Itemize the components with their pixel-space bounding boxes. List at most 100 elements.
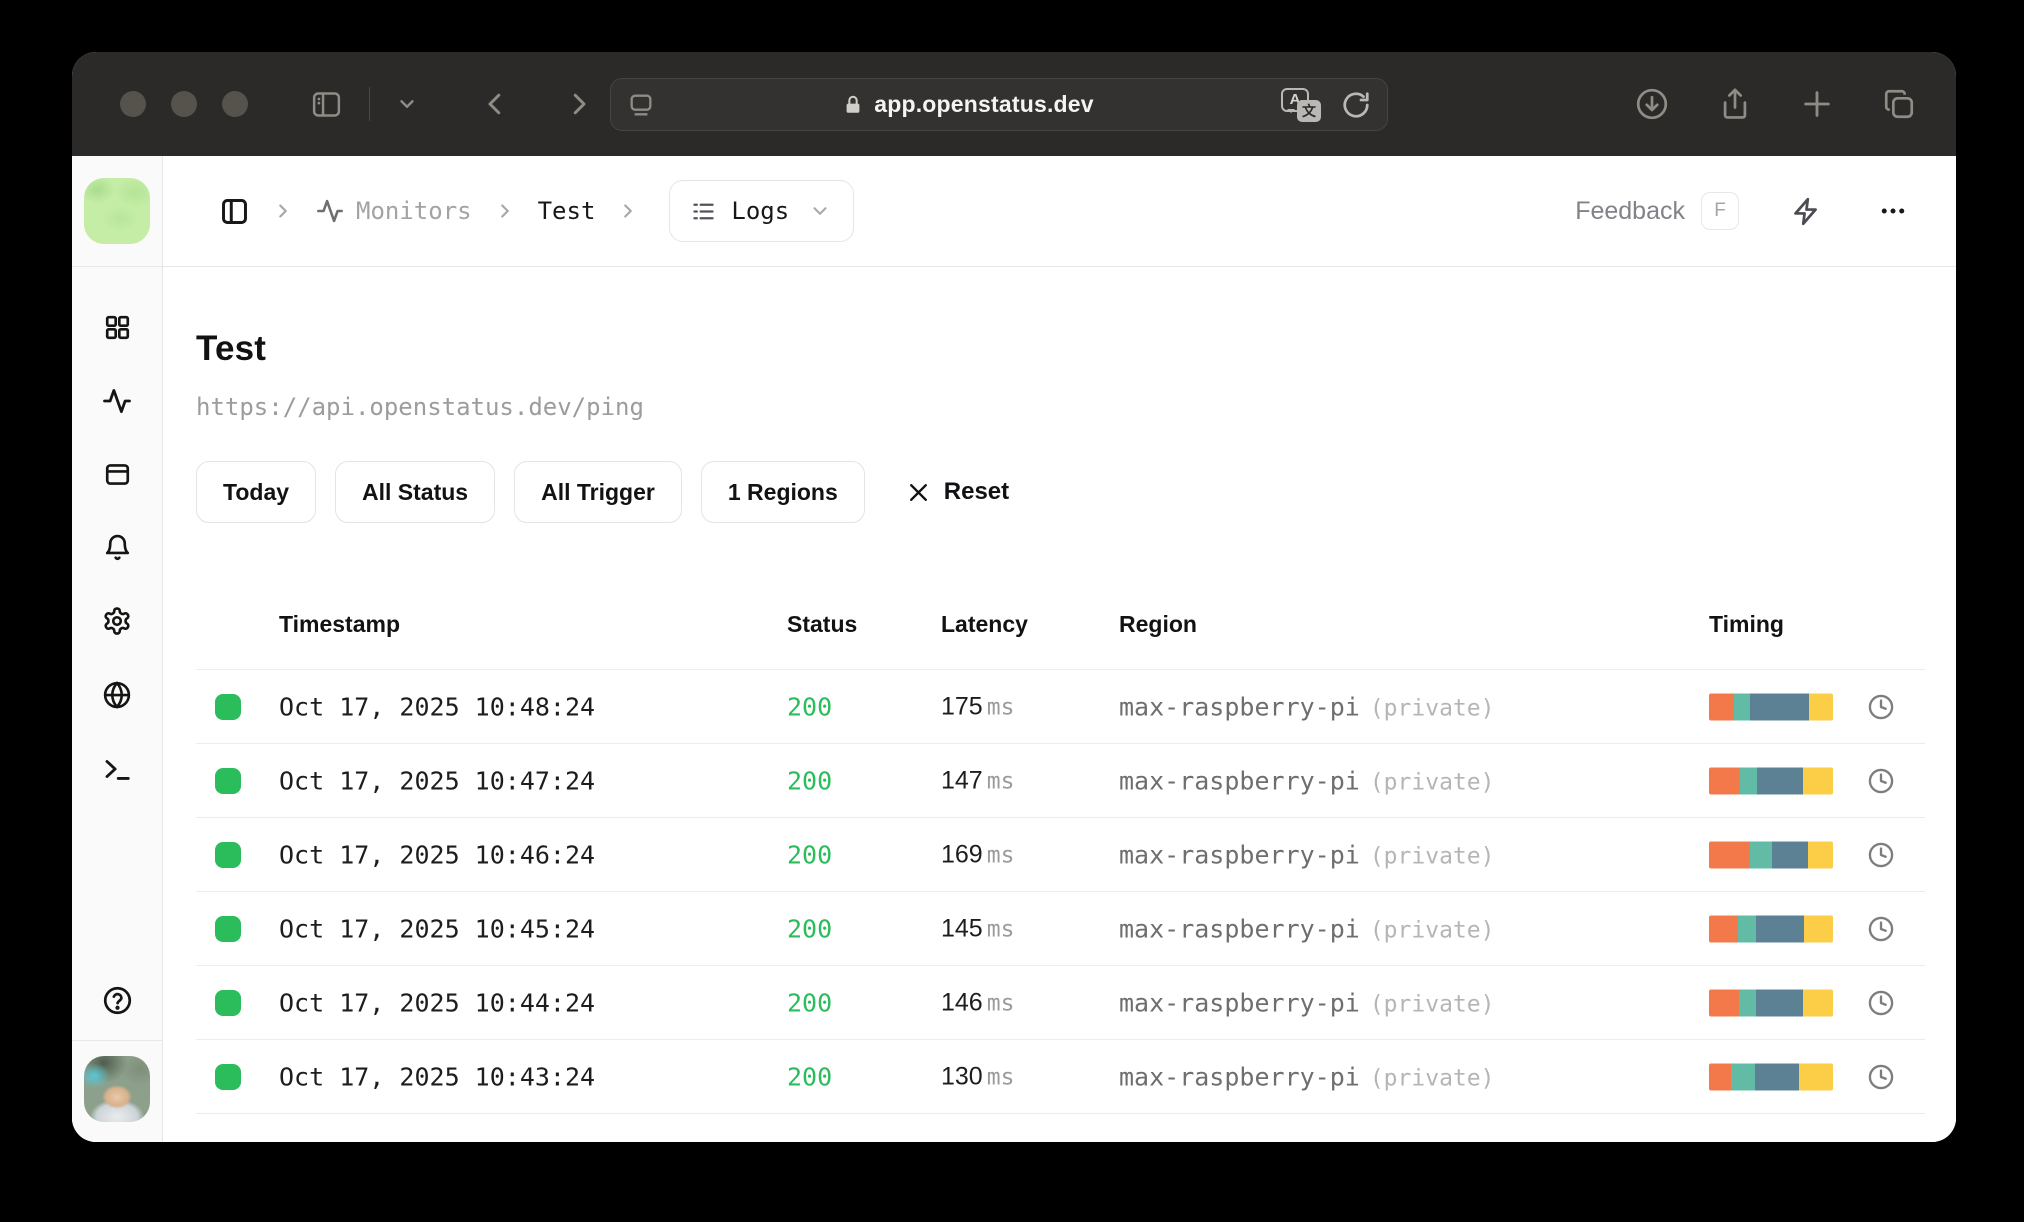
address-text-group: app.openstatus.dev <box>655 91 1281 118</box>
log-row[interactable]: Oct 17, 2025 10:45:24 200 145 ms max-raspber… <box>196 891 1925 965</box>
zoom-window-button[interactable] <box>222 91 248 117</box>
notifications-bell-icon[interactable] <box>103 533 132 562</box>
clock-icon <box>1867 989 1895 1017</box>
breadcrumb-monitor-name[interactable]: Test <box>538 197 596 225</box>
log-row[interactable]: Oct 17, 2025 10:48:24 200 175 ms max-raspber… <box>196 669 1925 743</box>
sidebar-nav <box>102 313 132 784</box>
log-table: Timestamp Status Latency Region Timing O… <box>196 603 1925 1114</box>
share-icon[interactable] <box>1718 87 1752 121</box>
timing-segment <box>1757 767 1804 794</box>
timing-segment <box>1809 693 1833 720</box>
row-status-code: 200 <box>787 914 833 943</box>
timing-bar <box>1709 693 1833 720</box>
forward-icon[interactable] <box>564 89 594 119</box>
log-row[interactable]: Oct 17, 2025 10:43:24 200 130 ms max-raspber… <box>196 1039 1925 1113</box>
app-shell: Monitors Test Logs Feedback F Test https… <box>72 156 1956 1142</box>
filter-trigger-button[interactable]: All Trigger <box>514 461 682 523</box>
status-ok-square <box>215 693 241 720</box>
timing-segment <box>1799 1063 1833 1090</box>
feedback-shortcut-badge: F <box>1701 192 1739 230</box>
timing-segment <box>1709 693 1734 720</box>
timing-segment <box>1709 915 1738 942</box>
screenshot-stage: app.openstatus.dev A 文 Monitors Test Log… <box>0 0 2024 1222</box>
back-icon[interactable] <box>480 89 510 119</box>
address-url: app.openstatus.dev <box>874 91 1094 117</box>
close-window-button[interactable] <box>120 91 146 117</box>
row-region: max-raspberry-pi (private) <box>1119 914 1495 943</box>
panel-toggle-icon[interactable] <box>219 196 250 227</box>
feedback-button[interactable]: Feedback <box>1575 197 1685 226</box>
app-main: Monitors Test Logs Feedback F Test https… <box>163 156 1956 1142</box>
timing-segment <box>1709 767 1740 794</box>
row-latency: 145 ms <box>941 914 1015 942</box>
status-ok-square <box>215 1063 241 1090</box>
timing-segment <box>1731 1063 1755 1090</box>
new-tab-icon[interactable] <box>1800 87 1834 121</box>
row-latency: 147 ms <box>941 766 1015 794</box>
traffic-lights <box>120 91 248 117</box>
log-row[interactable]: Oct 17, 2025 10:44:24 200 146 ms max-raspber… <box>196 965 1925 1039</box>
status-page-icon[interactable] <box>103 460 132 489</box>
activity-icon <box>316 197 344 225</box>
row-status-code: 200 <box>787 988 833 1017</box>
row-status-code: 200 <box>787 1062 833 1091</box>
dashboard-grid-icon[interactable] <box>103 313 132 342</box>
terminal-icon[interactable] <box>102 754 132 784</box>
log-row[interactable]: Oct 17, 2025 10:46:24 200 169 ms max-raspber… <box>196 817 1925 891</box>
toolbar-divider <box>369 87 370 121</box>
settings-gear-icon[interactable] <box>102 606 132 636</box>
row-timestamp: Oct 17, 2025 10:46:24 <box>279 840 596 869</box>
filter-period-button[interactable]: Today <box>196 461 317 523</box>
address-bar[interactable]: app.openstatus.dev A 文 <box>610 78 1388 131</box>
sidebar-toggle-icon[interactable] <box>310 88 343 121</box>
downloads-icon[interactable] <box>1634 86 1670 122</box>
timing-segment <box>1804 915 1833 942</box>
timing-segment <box>1772 841 1809 868</box>
timing-segment <box>1803 767 1833 794</box>
log-table-header: Timestamp Status Latency Region Timing <box>196 603 1925 669</box>
col-region: Region <box>1119 611 1197 637</box>
browser-toolbar: app.openstatus.dev A 文 <box>72 52 1956 156</box>
row-latency: 169 ms <box>941 840 1015 868</box>
row-timestamp: Oct 17, 2025 10:47:24 <box>279 766 596 795</box>
app-sidebar <box>72 156 163 1142</box>
tab-group-chevron-icon[interactable] <box>396 93 418 115</box>
filter-regions-button[interactable]: 1 Regions <box>700 461 865 523</box>
translate-icon[interactable]: A 文 <box>1281 87 1321 122</box>
log-rows: Oct 17, 2025 10:48:24 200 175 ms max-raspber… <box>196 669 1925 1113</box>
logs-select-label: Logs <box>731 197 790 225</box>
page-menu-icon[interactable] <box>627 91 655 119</box>
x-icon <box>906 480 931 505</box>
timing-segment <box>1756 989 1804 1016</box>
clock-icon <box>1867 767 1895 795</box>
more-menu-icon[interactable] <box>1878 196 1908 226</box>
reset-filters-button[interactable]: Reset <box>906 478 1009 506</box>
reload-icon[interactable] <box>1341 90 1371 120</box>
breadcrumb-monitors-label: Monitors <box>356 197 472 225</box>
globe-icon[interactable] <box>102 680 132 710</box>
row-latency: 175 ms <box>941 692 1015 720</box>
filter-status-button[interactable]: All Status <box>335 461 496 523</box>
row-timestamp: Oct 17, 2025 10:43:24 <box>279 1062 596 1091</box>
row-status-code: 200 <box>787 692 833 721</box>
row-region: max-raspberry-pi (private) <box>1119 988 1495 1017</box>
timing-segment <box>1808 841 1833 868</box>
breadcrumb-monitors[interactable]: Monitors <box>316 197 472 225</box>
user-avatar[interactable] <box>84 1056 150 1122</box>
tab-overview-icon[interactable] <box>1882 87 1916 121</box>
logs-view-select[interactable]: Logs <box>669 180 855 242</box>
minimize-window-button[interactable] <box>171 91 197 117</box>
timing-bar <box>1709 915 1833 942</box>
chevron-down-icon <box>809 200 831 222</box>
timing-bar <box>1709 841 1833 868</box>
log-row[interactable]: Oct 17, 2025 10:47:24 200 147 ms max-raspber… <box>196 743 1925 817</box>
help-icon[interactable] <box>102 967 133 1040</box>
zap-icon[interactable] <box>1791 196 1822 227</box>
list-icon <box>690 198 717 225</box>
timing-bar <box>1709 989 1833 1016</box>
monitors-activity-icon[interactable] <box>102 386 132 416</box>
workspace-logo[interactable] <box>84 178 150 244</box>
timing-bar <box>1709 1063 1833 1090</box>
row-region: max-raspberry-pi (private) <box>1119 692 1495 721</box>
lock-icon <box>842 94 864 116</box>
